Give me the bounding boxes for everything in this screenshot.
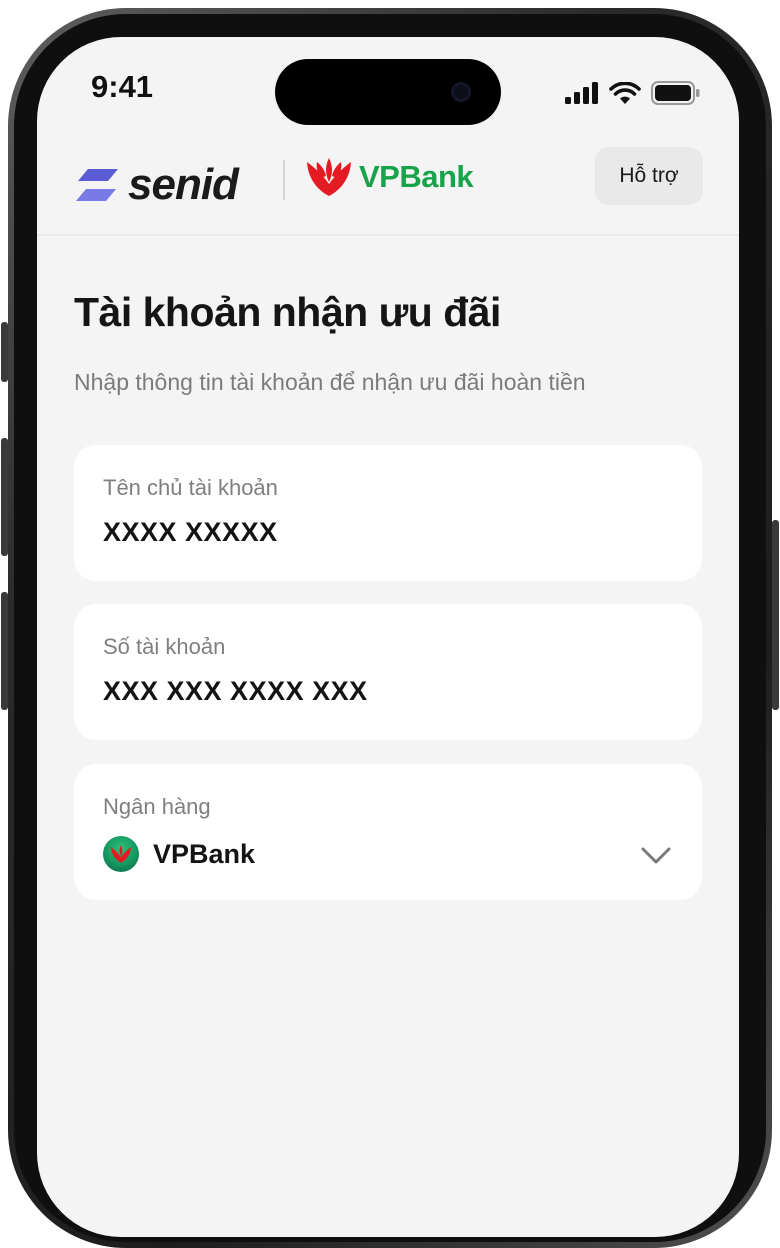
side-button-volume-down [1,592,8,710]
cellular-signal-icon [565,82,598,104]
camera-icon [451,82,471,102]
vpbank-lotus-icon [307,158,351,196]
status-icons [565,81,701,105]
status-time: 9:41 [91,69,154,104]
vpbank-logo: VPBank [305,156,474,198]
battery-icon [651,81,700,105]
bank-selected-value: VPBank [153,838,256,869]
page-subtitle: Nhập thông tin tài khoản để nhận ưu đãi … [74,369,586,395]
vpbank-logo-text: VPBank [359,159,474,194]
account-name-field[interactable]: Tên chủ tài khoản XXXX XXXXX [74,445,702,581]
account-number-label: Số tài khoản [103,634,226,659]
side-button-power [772,520,779,710]
dynamic-island [275,59,501,125]
account-name-label: Tên chủ tài khoản [103,475,278,500]
vpbank-lotus-icon [110,845,132,863]
vpbank-icon [103,836,139,872]
bank-select-label: Ngân hàng [103,794,211,819]
bank-selected-row: VPBank [103,836,255,872]
app-screen: 9:41 senid VPBank Hỗ trợ Tài khoản nhận … [37,37,739,1237]
logo-divider [283,160,285,200]
senid-logo: senid [74,160,239,210]
senid-mark-icon [76,169,118,201]
chevron-down-icon[interactable] [640,846,672,866]
side-button-action [1,322,8,382]
account-name-value[interactable]: XXXX XXXXX [103,517,278,548]
senid-logo-text: senid [128,160,239,209]
account-number-value[interactable]: XXX XXX XXXX XXX [103,676,368,707]
bank-select[interactable]: Ngân hàng VPBank [74,764,702,900]
wifi-icon [609,82,641,104]
page-title: Tài khoản nhận ưu đãi [74,289,501,335]
support-button[interactable]: Hỗ trợ [595,147,703,205]
side-button-volume-up [1,438,8,556]
app-header: senid VPBank Hỗ trợ [37,142,739,236]
account-number-field[interactable]: Số tài khoản XXX XXX XXXX XXX [74,604,702,740]
